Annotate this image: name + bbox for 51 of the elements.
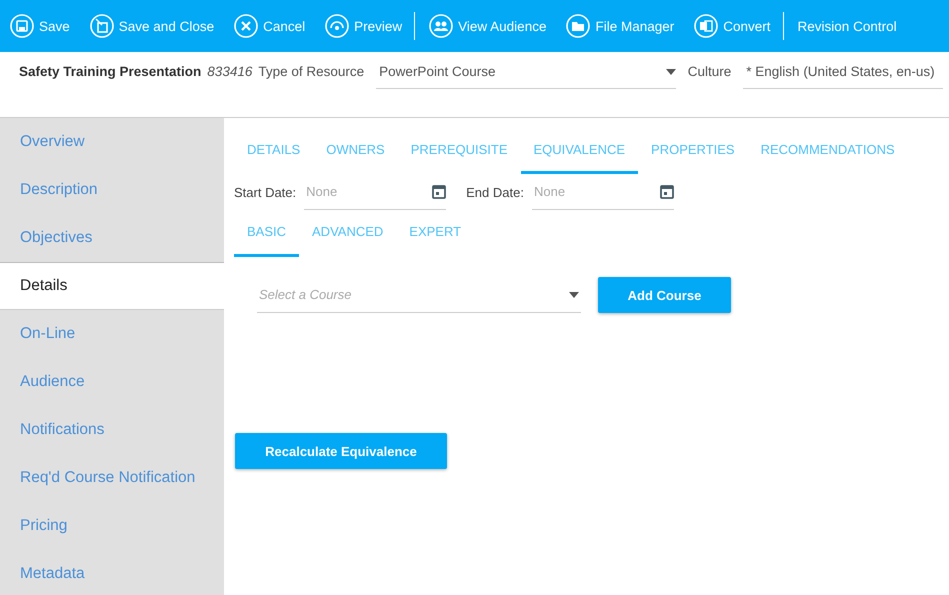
course-title: Safety Training Presentation xyxy=(19,64,202,79)
toolbar-button[interactable]: Save and Close xyxy=(90,14,214,38)
preview-icon xyxy=(325,14,350,38)
toolbar-button[interactable]: Convert xyxy=(694,14,771,38)
caret-icon xyxy=(569,292,579,298)
date-label: End Date: xyxy=(466,184,524,200)
recalculate-button[interactable]: Recalculate Equivalence xyxy=(235,433,447,469)
sidebar-item[interactable]: Audience xyxy=(0,358,224,406)
field-label: Culture xyxy=(688,64,732,79)
tab[interactable]: PREREQUISITE xyxy=(398,128,521,174)
toolbar-button[interactable]: Revision Control xyxy=(798,18,897,34)
sidebar-item[interactable]: On-Line xyxy=(0,310,224,358)
cancel-icon xyxy=(234,14,258,38)
calendar-icon xyxy=(432,184,446,199)
toolbar-button[interactable]: Preview xyxy=(325,14,402,38)
sidebar-item[interactable]: Description xyxy=(0,166,224,214)
tab[interactable]: DETAILS xyxy=(234,128,314,174)
sidebar-item[interactable]: Overview xyxy=(0,118,224,166)
date-field[interactable]: None xyxy=(532,183,642,200)
tab[interactable]: PROPERTIES xyxy=(638,128,748,174)
sidebar-item[interactable]: Objectives xyxy=(0,214,224,262)
sidebar-item[interactable]: Pricing xyxy=(0,502,224,550)
save-close-icon xyxy=(90,14,114,38)
course-id: 833416 xyxy=(207,64,252,79)
tab[interactable]: EXPERT xyxy=(396,210,474,257)
audience-icon xyxy=(429,14,454,38)
resource-type-select[interactable]: PowerPoint Course xyxy=(376,61,676,89)
field-label: Type of Resource xyxy=(258,64,364,79)
date-label: Start Date: xyxy=(234,184,296,200)
calendar-icon xyxy=(660,184,674,199)
tab[interactable]: BASIC xyxy=(234,210,300,257)
toolbar-button[interactable]: Save xyxy=(10,14,70,38)
tab[interactable]: OWNERS xyxy=(313,128,398,174)
toolbar-button[interactable]: File Manager xyxy=(566,14,674,38)
course-select[interactable]: Select a Course xyxy=(257,286,537,303)
tab[interactable]: EQUIVALENCE xyxy=(520,128,638,174)
convert-icon xyxy=(694,14,718,38)
sidebar-item[interactable]: Details xyxy=(0,262,224,310)
tab[interactable]: RECOMMENDATIONS xyxy=(748,128,908,174)
sidebar-item[interactable]: Notifications xyxy=(0,406,224,454)
caret-icon xyxy=(666,68,676,74)
culture-select[interactable]: * English (United States, en-us) xyxy=(743,61,943,89)
folder-icon xyxy=(566,14,590,38)
save-icon xyxy=(10,14,34,38)
toolbar-button[interactable]: Cancel xyxy=(234,14,306,38)
sidebar-item[interactable]: Metadata xyxy=(0,550,224,595)
tab[interactable]: ADVANCED xyxy=(299,210,396,257)
sidebar-item[interactable]: Req'd Course Notification xyxy=(0,454,224,502)
date-field[interactable]: None xyxy=(304,183,414,200)
toolbar-button[interactable]: View Audience xyxy=(429,14,546,38)
add-course-button[interactable]: Add Course xyxy=(598,277,731,313)
